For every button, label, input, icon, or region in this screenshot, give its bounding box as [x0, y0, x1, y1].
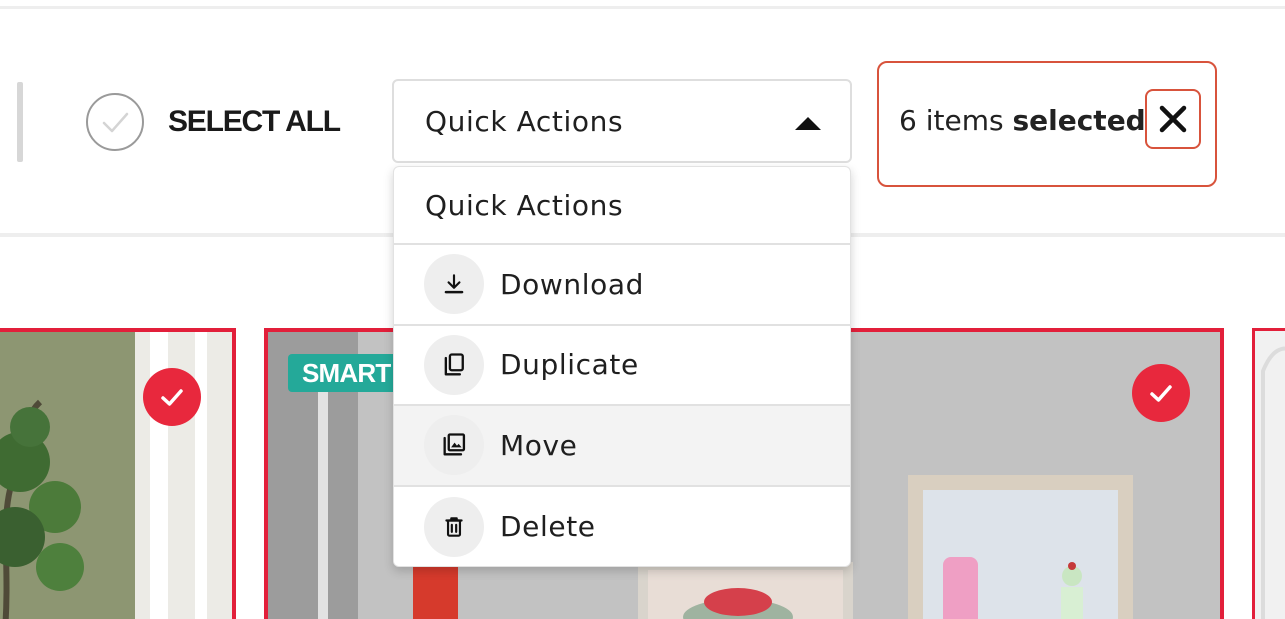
close-icon	[1159, 105, 1187, 133]
move-to-album-icon	[443, 433, 466, 456]
selected-check-badge[interactable]	[1132, 364, 1190, 422]
gallery-card[interactable]	[0, 328, 236, 619]
checkmark-icon	[161, 389, 183, 406]
card-thumbnail-image	[0, 332, 232, 619]
select-all-label: SELECT ALL	[168, 105, 341, 138]
menu-item-move[interactable]: Move	[394, 406, 850, 487]
menu-item-label: Move	[500, 428, 578, 462]
clear-selection-button[interactable]	[1145, 89, 1201, 149]
menu-item-label: Duplicate	[500, 348, 639, 382]
menu-item-download[interactable]: Download	[394, 245, 850, 326]
smart-badge: SMART	[288, 354, 398, 392]
quick-actions-dropdown[interactable]: Quick Actions	[392, 79, 852, 163]
menu-item-label: Download	[500, 267, 644, 301]
caret-up-icon	[795, 117, 821, 130]
card-thumbnail-image	[1255, 331, 1285, 619]
quick-actions-menu: Quick Actions Download Duplicate Move De…	[393, 166, 851, 567]
select-all-toggle[interactable]: SELECT ALL	[86, 93, 341, 151]
top-divider	[0, 6, 1285, 9]
menu-item-duplicate[interactable]: Duplicate	[394, 325, 850, 406]
selection-count: 6 items selected	[899, 104, 1146, 137]
selected-check-badge[interactable]	[143, 368, 201, 426]
trash-icon	[445, 517, 463, 537]
gallery-card[interactable]	[1252, 328, 1285, 619]
selection-count-number: 6 items	[899, 104, 1004, 137]
menu-item-label: Delete	[500, 510, 596, 544]
selection-count-suffix: selected	[1012, 104, 1146, 137]
select-all-checkbox[interactable]	[86, 93, 144, 151]
checkmark-icon	[102, 112, 129, 133]
quick-actions-selected-value: Quick Actions	[425, 104, 624, 138]
quick-actions-menu-header[interactable]: Quick Actions	[394, 167, 850, 245]
menu-item-delete[interactable]: Delete	[394, 486, 850, 566]
duplicate-icon	[444, 353, 464, 376]
checkmark-icon	[1150, 385, 1172, 402]
download-icon	[444, 274, 464, 294]
toolbar-left-separator	[17, 82, 23, 162]
